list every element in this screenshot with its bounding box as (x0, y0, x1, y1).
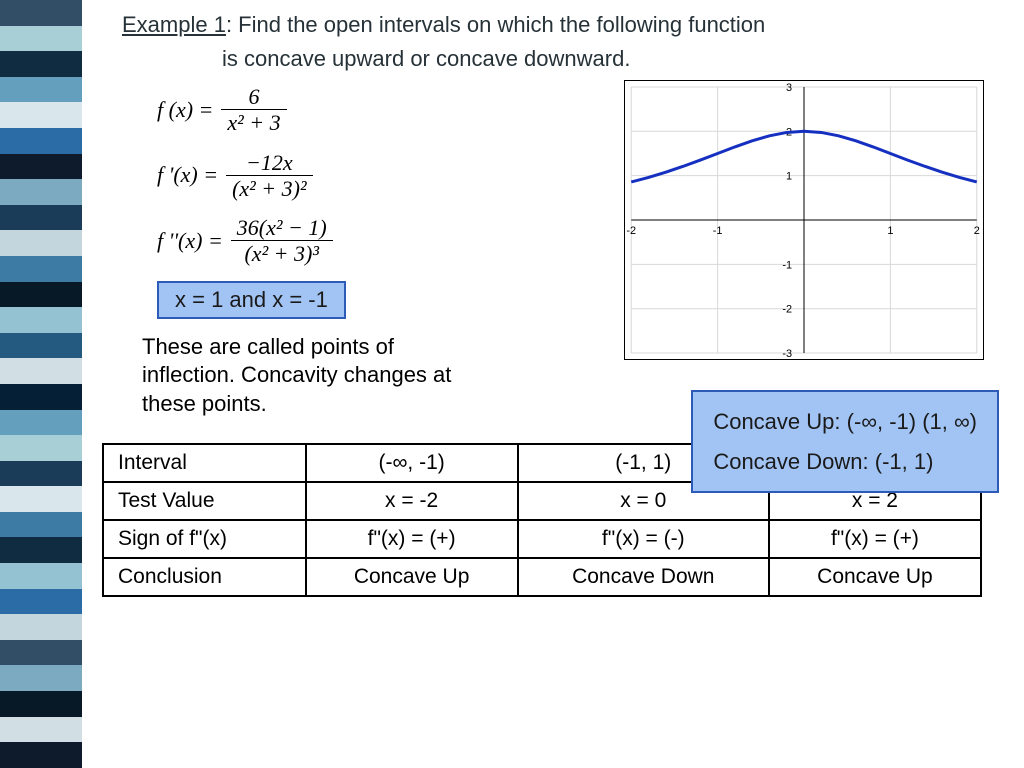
fpx-den: (x² + 3)² (226, 176, 312, 201)
svg-text:2: 2 (974, 225, 980, 237)
table-row: Conclusion Concave Up Concave Down Conca… (103, 558, 981, 596)
cell: Concave Up (769, 558, 981, 596)
fx-lhs: f (x) = (157, 97, 213, 123)
cell: (-∞, -1) (306, 444, 518, 482)
title-text: : Find the open intervals on which the f… (226, 12, 765, 37)
answer-box: Concave Up: (-∞, -1) (1, ∞) Concave Down… (691, 390, 999, 493)
svg-text:1: 1 (786, 171, 792, 183)
cell: f"(x) = (+) (306, 520, 518, 558)
cell: x = -2 (306, 482, 518, 520)
cell: f"(x) = (-) (518, 520, 769, 558)
fppx-num: 36(x² − 1) (231, 215, 333, 240)
cell: Concave Down (518, 558, 769, 596)
sidebar-decor (0, 0, 82, 768)
fpx-lhs: f '(x) = (157, 162, 218, 188)
example-title: Example 1: Find the open intervals on wh… (122, 12, 1012, 38)
example-label: Example 1 (122, 12, 226, 37)
cell: f"(x) = (+) (769, 520, 981, 558)
fpx-num: −12x (240, 150, 299, 175)
critical-x-box: x = 1 and x = -1 (157, 281, 346, 319)
svg-text:-1: -1 (713, 225, 723, 237)
cell: Conclusion (103, 558, 306, 596)
svg-text:3: 3 (786, 82, 792, 94)
cell: Interval (103, 444, 306, 482)
svg-text:-2: -2 (626, 225, 636, 237)
cell: Concave Up (306, 558, 518, 596)
svg-text:-3: -3 (782, 348, 792, 360)
concave-up-vals: (-∞, -1) (1, ∞) (847, 409, 977, 434)
subtitle-text: is concave upward or concave downward. (222, 46, 1012, 72)
fx-num: 6 (242, 84, 265, 109)
concave-down-label: Concave Down: (713, 449, 868, 474)
cell: Test Value (103, 482, 306, 520)
inflection-text: These are called points of inflection. C… (142, 333, 482, 419)
fppx-den: (x² + 3)³ (238, 241, 324, 266)
concave-down-vals: (-1, 1) (875, 449, 934, 474)
svg-text:1: 1 (887, 225, 893, 237)
fx-den: x² + 3 (221, 110, 286, 135)
cell: Sign of f"(x) (103, 520, 306, 558)
fppx-lhs: f ''(x) = (157, 228, 223, 254)
chart: -2-112-3-2-1123 (624, 80, 984, 360)
svg-text:-1: -1 (782, 259, 792, 271)
table-row: Sign of f"(x) f"(x) = (+) f"(x) = (-) f"… (103, 520, 981, 558)
svg-text:-2: -2 (782, 304, 792, 316)
concave-up-label: Concave Up: (713, 409, 840, 434)
